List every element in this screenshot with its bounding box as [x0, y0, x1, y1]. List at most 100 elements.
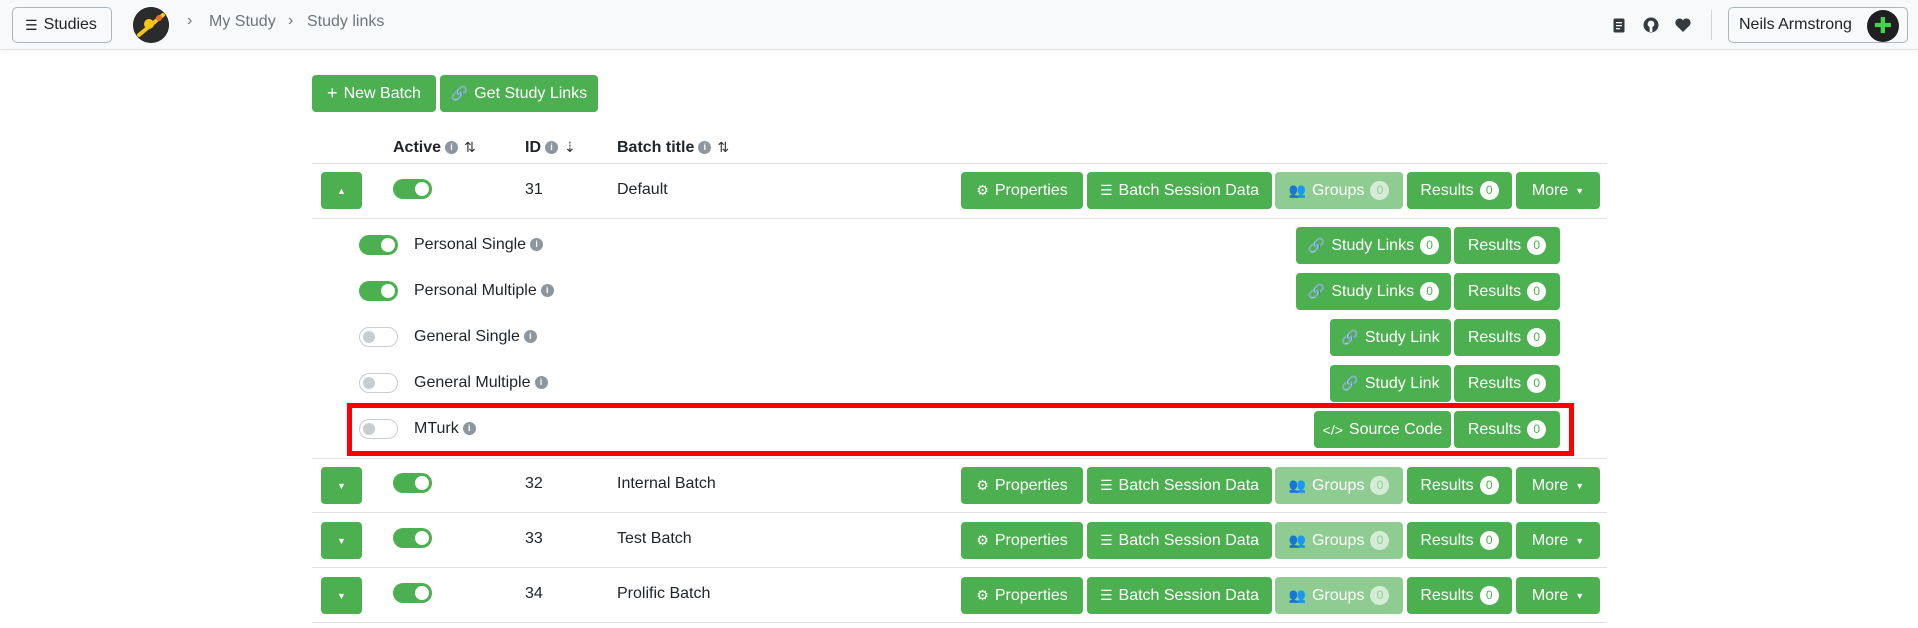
highlight-box	[347, 403, 1574, 456]
results-button[interactable]: Results 0	[1407, 172, 1512, 209]
expand-batch-button[interactable]: ▼	[321, 522, 362, 559]
batch-session-data-button[interactable]: ☰ Batch Session Data	[1087, 467, 1272, 504]
results-button[interactable]: Results 0	[1407, 577, 1512, 614]
study-link-button[interactable]: 🔗 Study Link	[1330, 365, 1451, 402]
batch-session-data-button[interactable]: ☰ Batch Session Data	[1087, 522, 1272, 559]
groups-count-badge: 0	[1370, 586, 1390, 605]
groups-button[interactable]: 👥 Groups 0	[1275, 172, 1403, 209]
link-type-personal-multiple: Personal Multiple i	[414, 282, 554, 300]
properties-button[interactable]: ⚙ Properties	[961, 577, 1083, 614]
caret-down-icon: ▼	[1575, 185, 1585, 196]
personal-multiple-toggle[interactable]	[359, 281, 398, 301]
users-icon: 👥	[1288, 477, 1306, 493]
more-label: More	[1531, 476, 1569, 494]
properties-button[interactable]: ⚙ Properties	[961, 467, 1083, 504]
list-icon: ☰	[1099, 477, 1113, 493]
study-link-label: Study Link	[1364, 328, 1440, 346]
get-study-links-button[interactable]: 🔗 Get Study Links	[440, 75, 598, 112]
results-count-badge: 0	[1527, 282, 1547, 301]
list-icon: ☰	[1099, 182, 1113, 198]
studies-menu-button[interactable]: ☰ Studies	[12, 7, 112, 43]
batch-session-data-button[interactable]: ☰ Batch Session Data	[1087, 577, 1272, 614]
more-dropdown-button[interactable]: More ▼	[1516, 577, 1600, 614]
properties-label: Properties	[994, 476, 1068, 494]
user-menu-button[interactable]: Neils Armstrong ✚	[1728, 7, 1908, 43]
expand-batch-button[interactable]: ▼	[321, 577, 362, 614]
study-links-button[interactable]: 🔗 Study Links 0	[1296, 273, 1451, 310]
more-label: More	[1531, 586, 1569, 604]
users-icon: 👥	[1288, 182, 1306, 198]
results-count-badge: 0	[1479, 181, 1499, 200]
batch-active-toggle[interactable]	[393, 528, 432, 548]
avatar: ✚	[1867, 10, 1899, 42]
sort-icon[interactable]: ⇅	[464, 139, 476, 156]
header-title-label: Batch title	[617, 139, 695, 156]
results-button[interactable]: Results 0	[1407, 522, 1512, 559]
gear-icon: ⚙	[976, 532, 989, 548]
sort-ascending-icon[interactable]: ⇣	[564, 139, 576, 156]
heart-icon[interactable]	[1672, 14, 1694, 36]
expand-batch-button[interactable]: ▼	[321, 467, 362, 504]
docs-icon[interactable]	[1608, 14, 1630, 36]
more-label: More	[1531, 531, 1569, 549]
results-label: Results	[1420, 531, 1474, 549]
caret-down-icon: ▼	[1575, 480, 1585, 491]
more-label: More	[1531, 181, 1569, 199]
properties-label: Properties	[994, 586, 1068, 604]
batch-active-toggle[interactable]	[393, 473, 432, 493]
results-label: Results	[1420, 476, 1474, 494]
batch-active-toggle[interactable]	[393, 583, 432, 603]
breadcrumb-study[interactable]: My Study	[209, 13, 276, 31]
expand-batch-button[interactable]: ▲	[321, 172, 362, 209]
more-dropdown-button[interactable]: More ▼	[1516, 467, 1600, 504]
info-icon[interactable]: i	[445, 141, 459, 155]
sort-icon[interactable]: ⇅	[717, 139, 729, 156]
header-active[interactable]: Active i ⇅	[393, 139, 476, 157]
groups-label: Groups	[1311, 181, 1365, 199]
info-icon[interactable]: i	[523, 330, 537, 344]
results-button[interactable]: Results 0	[1454, 365, 1560, 402]
general-single-toggle[interactable]	[359, 327, 398, 347]
top-navbar: ☰ Studies › My Study › Study links Neils…	[0, 0, 1918, 50]
study-links-button[interactable]: 🔗 Study Links 0	[1296, 227, 1451, 264]
results-button[interactable]: Results 0	[1407, 467, 1512, 504]
more-dropdown-button[interactable]: More ▼	[1516, 522, 1600, 559]
groups-button[interactable]: 👥 Groups 0	[1275, 577, 1403, 614]
personal-single-toggle[interactable]	[359, 235, 398, 255]
divider	[312, 622, 1607, 623]
results-label: Results	[1420, 586, 1474, 604]
general-multiple-toggle[interactable]	[359, 373, 398, 393]
header-id[interactable]: ID i ⇣	[525, 139, 576, 157]
groups-button[interactable]: 👥 Groups 0	[1275, 522, 1403, 559]
info-icon[interactable]: i	[540, 284, 554, 298]
info-icon[interactable]: i	[534, 376, 548, 390]
new-batch-button[interactable]: + New Batch	[312, 75, 436, 112]
header-batch-title[interactable]: Batch title i ⇅	[617, 139, 729, 157]
info-icon[interactable]: i	[545, 141, 558, 155]
batch-active-toggle[interactable]	[393, 179, 432, 199]
divider	[312, 218, 1607, 219]
groups-button[interactable]: 👥 Groups 0	[1275, 467, 1403, 504]
results-button[interactable]: Results 0	[1454, 319, 1560, 356]
info-icon[interactable]: i	[698, 141, 712, 155]
results-button[interactable]: Results 0	[1454, 273, 1560, 310]
users-icon: 👥	[1288, 532, 1306, 548]
link-icon: 🔗	[450, 85, 469, 101]
properties-label: Properties	[994, 531, 1068, 549]
jatos-logo[interactable]	[133, 7, 169, 43]
properties-button[interactable]: ⚙ Properties	[961, 522, 1083, 559]
results-count-badge: 0	[1479, 476, 1499, 495]
properties-button[interactable]: ⚙ Properties	[961, 172, 1083, 209]
study-link-button[interactable]: 🔗 Study Link	[1330, 319, 1451, 356]
results-label: Results	[1467, 328, 1522, 346]
results-button[interactable]: Results 0	[1454, 227, 1560, 264]
list-icon: ☰	[1099, 587, 1113, 603]
caret-down-icon: ▼	[337, 480, 346, 491]
divider	[312, 567, 1607, 568]
github-icon[interactable]	[1640, 14, 1662, 36]
divider	[312, 458, 1607, 459]
link-type-label: Personal Multiple	[414, 282, 537, 299]
info-icon[interactable]: i	[530, 238, 544, 252]
more-dropdown-button[interactable]: More ▼	[1516, 172, 1600, 209]
batch-session-data-button[interactable]: ☰ Batch Session Data	[1087, 172, 1272, 209]
